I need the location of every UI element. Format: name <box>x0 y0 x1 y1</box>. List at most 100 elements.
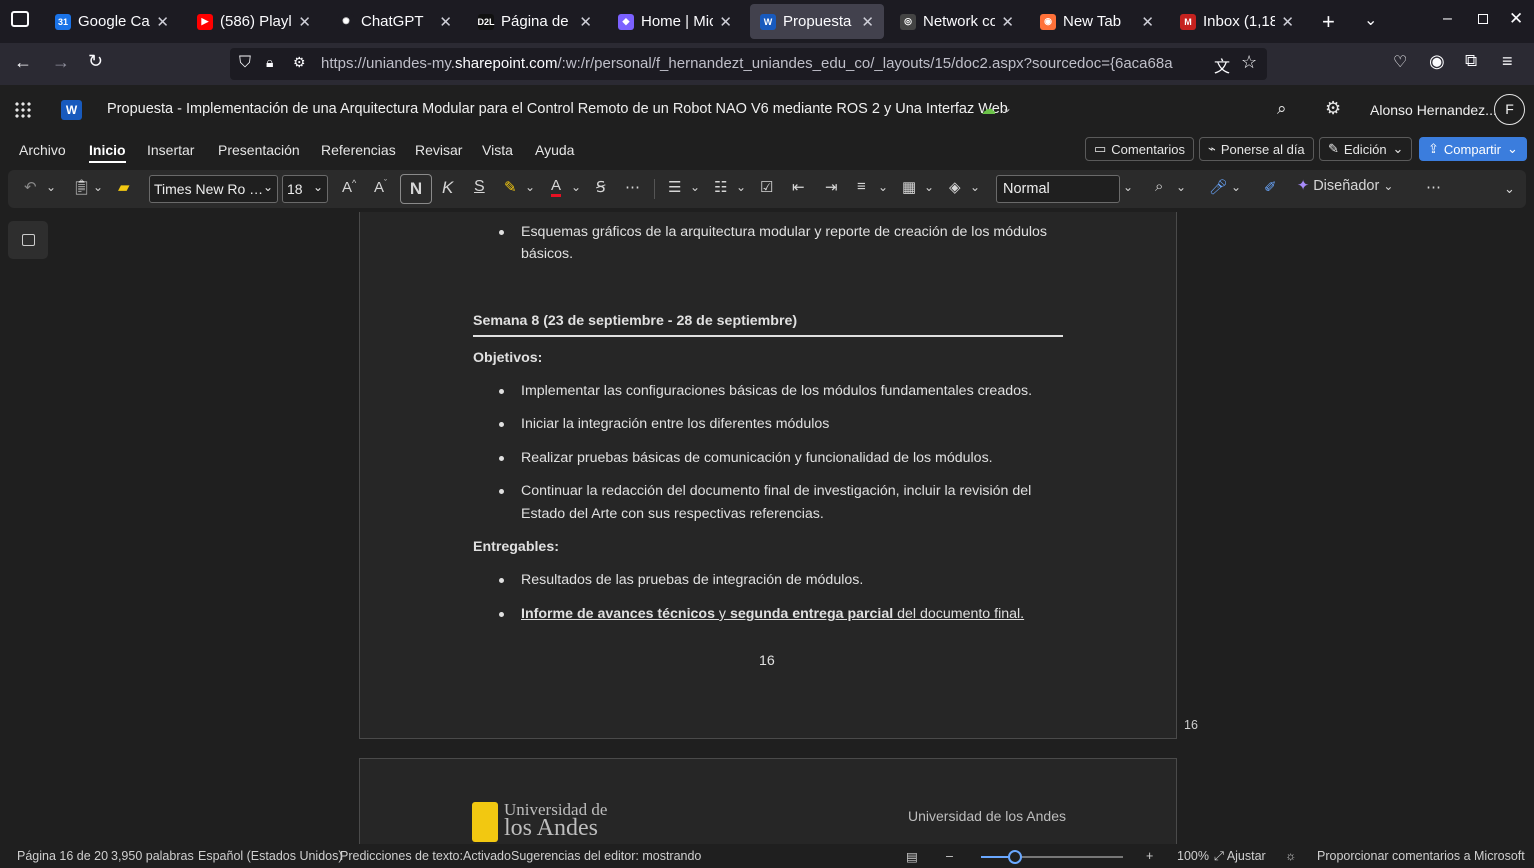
find-dropdown-icon[interactable]: ⌄ <box>1176 180 1186 194</box>
view-mode-icon[interactable]: ▤ <box>906 849 918 864</box>
close-tab-icon[interactable]: ✕ <box>1001 13 1014 31</box>
more-options-icon[interactable]: ⋯ <box>1426 178 1441 196</box>
highlight-dropdown-icon[interactable]: ⌄ <box>525 180 535 194</box>
bold-button[interactable]: N <box>400 174 432 204</box>
objectives-label[interactable]: Objetivos: <box>473 347 542 369</box>
lock-icon[interactable]: 🔒︎ <box>266 54 273 71</box>
close-tab-icon[interactable]: ✕ <box>861 13 874 31</box>
browser-tab[interactable]: 31 Google Calendar ✕ <box>45 4 179 39</box>
tracking-shield-icon[interactable]: ⛉ <box>239 54 251 72</box>
editor-suggestions-status[interactable]: Sugerencias del editor: mostrando <box>511 849 701 863</box>
align-dropdown-icon[interactable]: ⌄ <box>878 180 888 194</box>
font-size-select[interactable]: 18 ⌄ <box>282 175 328 203</box>
document-page[interactable]: Esquemas gráficos de la arquitectura mod… <box>359 212 1177 739</box>
body-text[interactable]: básicos. <box>521 243 573 265</box>
dictate-microphone-icon[interactable]: 🎤︎ <box>1209 178 1228 196</box>
numbering-dropdown-icon[interactable]: ⌄ <box>736 180 746 194</box>
user-name[interactable]: Alonso Hernandez... <box>1370 102 1497 118</box>
restore-window-icon[interactable] <box>1478 14 1488 24</box>
editor-icon[interactable]: ✐ <box>1264 178 1277 196</box>
close-tab-icon[interactable]: ✕ <box>719 13 732 31</box>
dictate-dropdown-icon[interactable]: ⌄ <box>1231 180 1241 194</box>
app-menu-icon[interactable]: ≡ <box>1502 51 1513 72</box>
browser-tab[interactable]: ◉ New Tab ✕ <box>1030 4 1164 39</box>
clear-formatting-icon[interactable]: Ꞩ <box>596 178 606 196</box>
text-predictions-status[interactable]: Predicciones de texto:Activado <box>340 849 511 863</box>
deliverable-item[interactable]: Resultados de las pruebas de integración… <box>521 569 863 591</box>
increase-indent-icon[interactable]: ⇥ <box>825 178 838 196</box>
url-bar[interactable]: ⛉ 🔒︎ ⚙ https://uniandes-my.sharepoint.co… <box>230 48 1267 80</box>
objective-item[interactable]: Estado del Arte con sus respectivas refe… <box>521 503 824 525</box>
permissions-icon[interactable]: ⚙ <box>293 54 306 71</box>
document-title[interactable]: Propuesta - Implementación de una Arquit… <box>107 101 1008 117</box>
highlight-icon[interactable]: ✎ <box>504 178 517 196</box>
browser-tab[interactable]: ✺ ChatGPT ✕ <box>328 4 462 39</box>
zoom-in-icon[interactable]: + <box>1146 849 1153 863</box>
checklist-icon[interactable]: ☑ <box>760 178 773 196</box>
objective-item[interactable]: Implementar las configuraciones básicas … <box>521 380 1032 402</box>
deliverables-label[interactable]: Entregables: <box>473 536 559 558</box>
objective-item[interactable]: Continuar la redacción del documento fin… <box>521 480 1031 502</box>
bookmark-star-icon[interactable]: ☆ <box>1241 52 1257 73</box>
avatar[interactable]: F <box>1494 94 1525 125</box>
fit-button[interactable]: ⤢ Ajustar <box>1214 849 1266 864</box>
settings-gear-icon[interactable]: ⚙ <box>1325 98 1341 119</box>
account-icon[interactable]: ◉ <box>1429 51 1445 72</box>
share-button[interactable]: ⇪ Compartir ⌄ <box>1419 137 1527 161</box>
clipboard-icon[interactable]: 📋︎ <box>72 178 91 196</box>
catch-up-button[interactable]: ⌁ Ponerse al día <box>1199 137 1314 161</box>
borders-icon[interactable]: ▦ <box>902 178 916 196</box>
browser-tab[interactable]: M Inbox (1,189) ✕ <box>1170 4 1304 39</box>
browser-tab[interactable]: W Propuesta - Word ✕ <box>750 4 884 39</box>
numbering-icon[interactable]: ☷ <box>714 178 727 196</box>
underline-button[interactable]: S <box>474 178 485 196</box>
reload-icon[interactable]: ↻ <box>88 51 103 72</box>
close-tab-icon[interactable]: ✕ <box>579 13 592 31</box>
saved-status-icon[interactable]: ☁︎ <box>981 100 996 118</box>
undo-dropdown-icon[interactable]: ⌄ <box>46 180 56 194</box>
style-select[interactable]: Normal <box>996 175 1120 203</box>
clipboard-dropdown-icon[interactable]: ⌄ <box>93 180 103 194</box>
comments-button[interactable]: ▭ Comentarios <box>1085 137 1194 161</box>
objective-item[interactable]: Realizar pruebas básicas de comunicación… <box>521 447 993 469</box>
document-canvas[interactable]: Esquemas gráficos de la arquitectura mod… <box>0 212 1534 844</box>
title-chevron-icon[interactable]: ⌄ <box>1002 101 1012 115</box>
close-tab-icon[interactable]: ✕ <box>1281 13 1294 31</box>
ribbon-tab[interactable]: Revisar <box>415 142 462 158</box>
list-all-tabs-icon[interactable]: ⌄ <box>1364 10 1377 30</box>
ribbon-tab[interactable]: Presentación <box>218 142 300 158</box>
browser-tab[interactable]: ◎ Network connections ✕ <box>890 4 1024 39</box>
decrease-indent-icon[interactable]: ⇤ <box>792 178 805 196</box>
app-launcher-icon[interactable] <box>14 101 32 119</box>
url-text[interactable]: https://uniandes-my.sharepoint.com/:w:/r… <box>321 55 1201 72</box>
font-name-select[interactable]: Times New Ro … ⌄ <box>149 175 278 203</box>
ribbon-tab[interactable]: Ayuda <box>535 142 574 158</box>
browser-tab[interactable]: ◆ Home | Microsoft ✕ <box>608 4 742 39</box>
objective-item[interactable]: Iniciar la integración entre los diferen… <box>521 413 829 435</box>
translate-icon[interactable]: 文 <box>1214 53 1230 77</box>
week-heading[interactable]: Semana 8 (23 de septiembre - 28 de septi… <box>473 310 797 332</box>
new-tab-icon[interactable]: + <box>1322 9 1335 35</box>
feedback-link[interactable]: Proporcionar comentarios a Microsoft <box>1317 849 1525 863</box>
close-tab-icon[interactable]: ✕ <box>439 13 452 31</box>
font-color-icon[interactable]: A <box>551 178 562 197</box>
extensions-icon[interactable]: ⧉ <box>1465 51 1477 71</box>
body-text[interactable]: Esquemas gráficos de la arquitectura mod… <box>521 221 1047 243</box>
ribbon-tab[interactable]: Inicio <box>89 142 126 163</box>
word-count[interactable]: 3,950 palabras <box>111 849 194 863</box>
minimize-window-icon[interactable]: – <box>1443 10 1452 28</box>
search-icon[interactable]: ⌕ <box>1277 99 1287 119</box>
language-status[interactable]: Español (Estados Unidos) <box>198 849 343 863</box>
zoom-slider-thumb[interactable] <box>1008 850 1023 864</box>
zoom-out-icon[interactable]: – <box>946 849 953 863</box>
page-count[interactable]: Página 16 de 20 <box>17 849 108 863</box>
shading-dropdown-icon[interactable]: ⌄ <box>970 180 980 194</box>
ribbon-tab[interactable]: Archivo <box>19 142 66 158</box>
deliverable-item[interactable]: Informe de avances técnicos y segunda en… <box>521 603 1024 625</box>
font-color-dropdown-icon[interactable]: ⌄ <box>571 180 581 194</box>
shrink-font-icon[interactable]: Aˇ <box>374 178 387 196</box>
close-tab-icon[interactable]: ✕ <box>156 13 169 31</box>
designer-button[interactable]: ✦ Diseñador ⌄ <box>1297 178 1393 194</box>
find-icon[interactable]: ⌕ <box>1155 178 1163 195</box>
browser-tab[interactable]: ▶ (586) Playlist ✕ <box>187 4 321 39</box>
